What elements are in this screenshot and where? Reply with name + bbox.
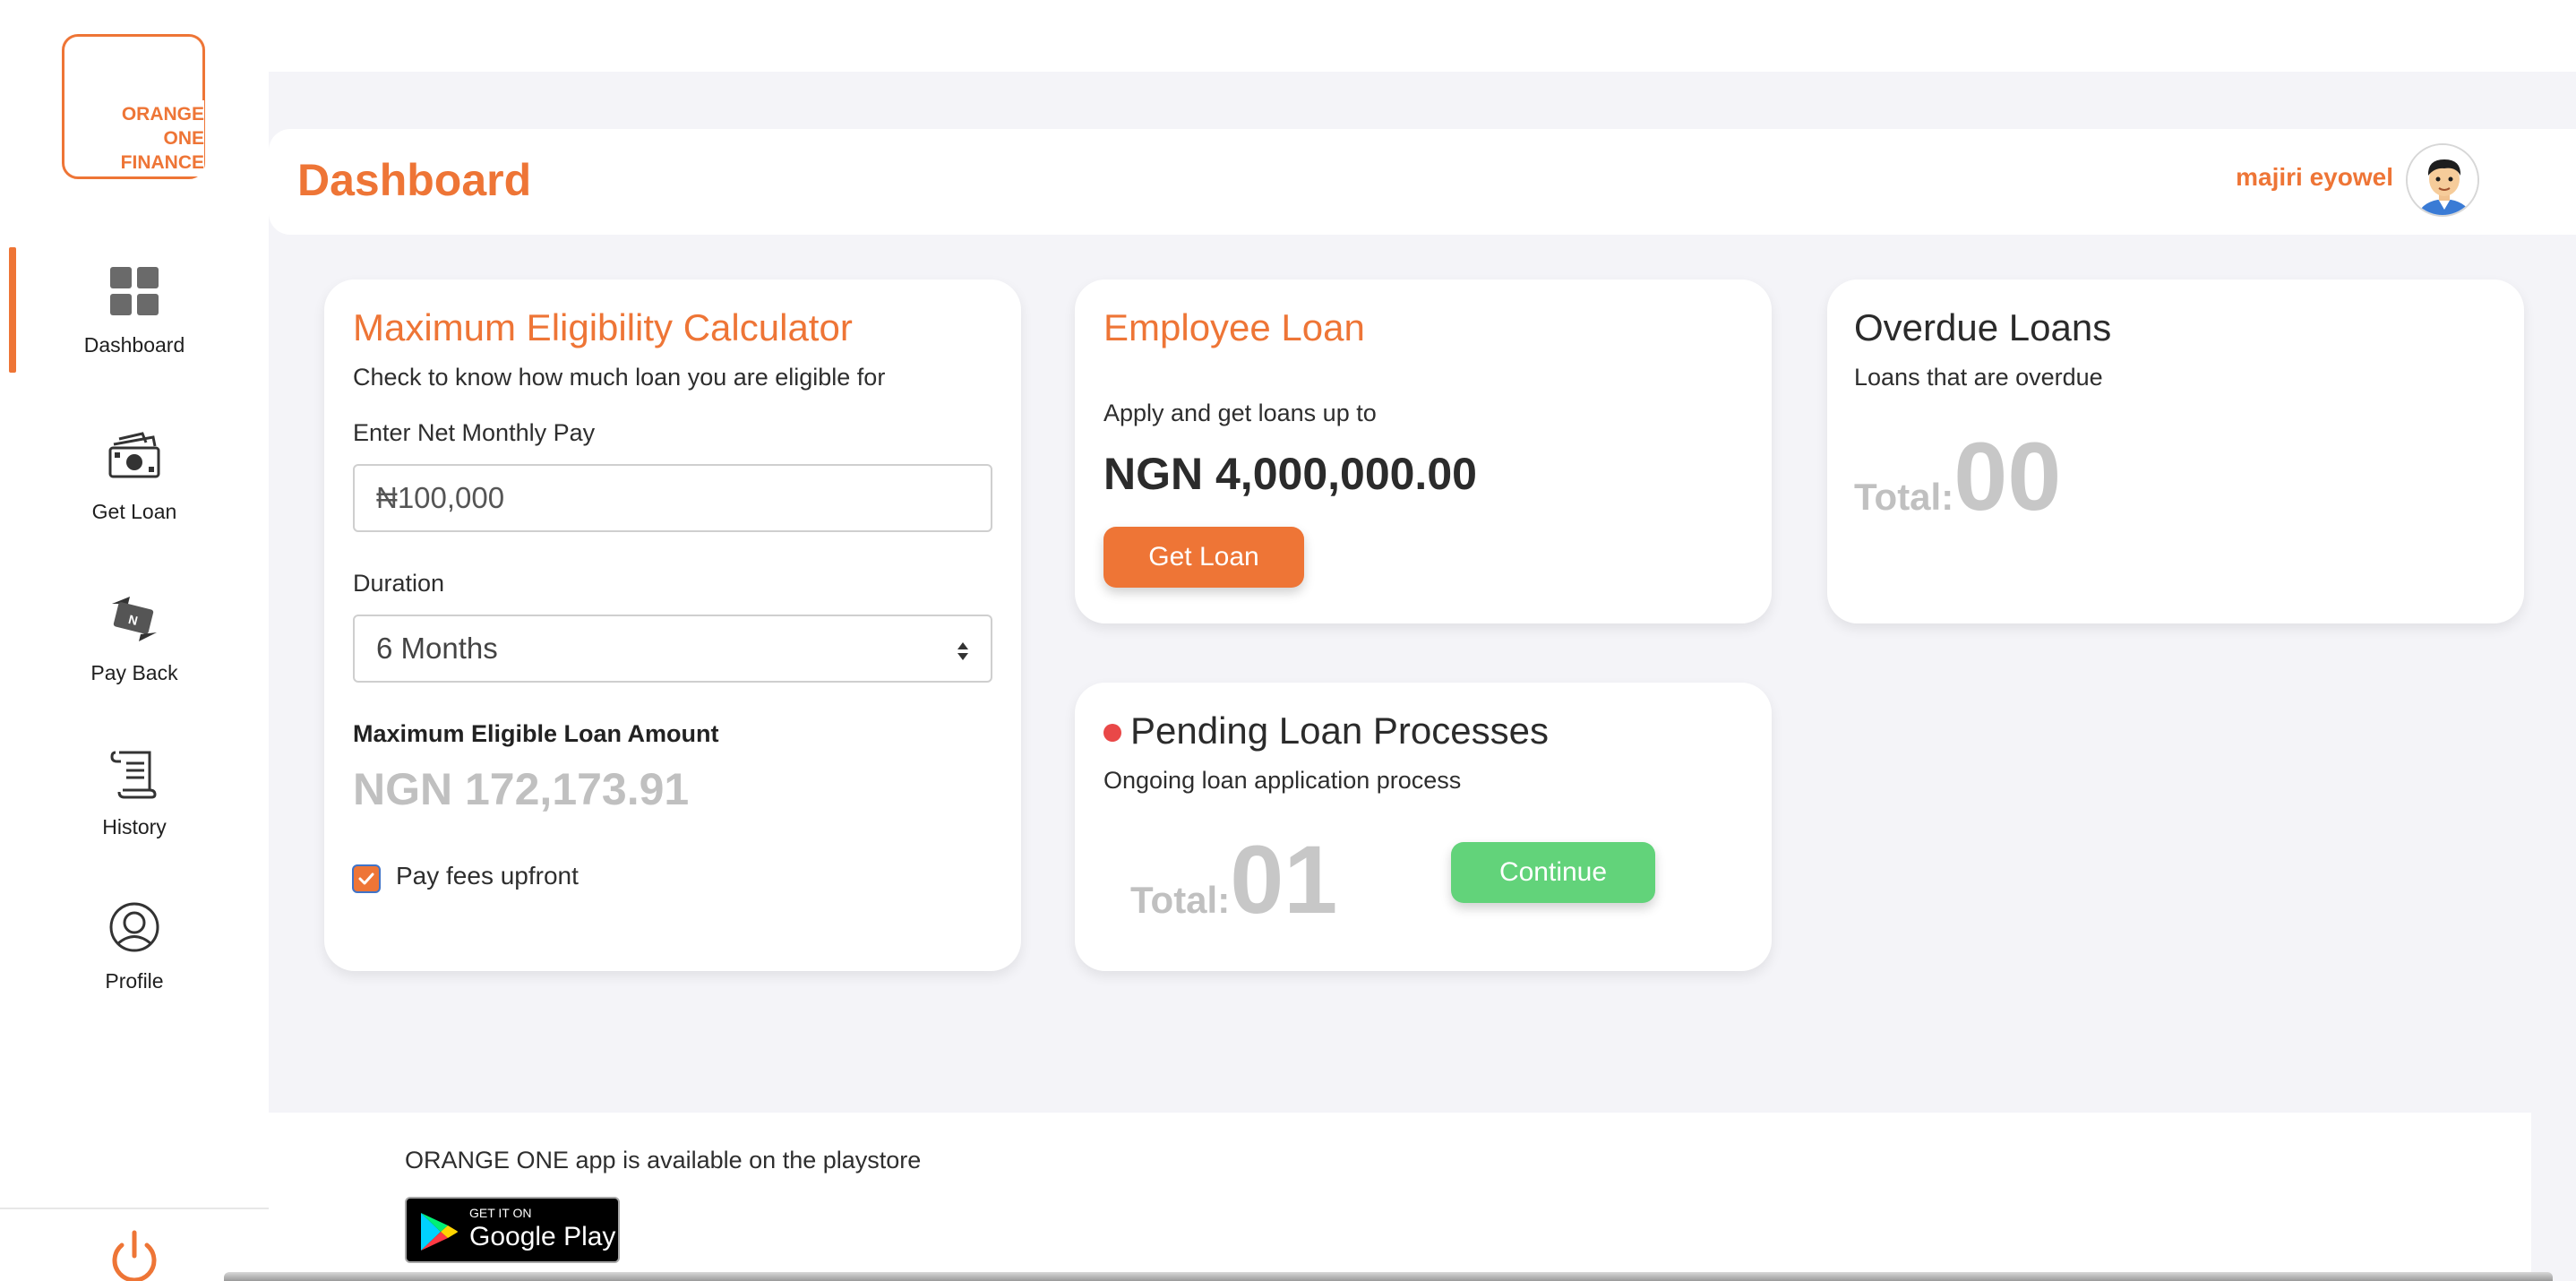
get-loan-button[interactable]: Get Loan <box>1103 527 1304 588</box>
monthly-pay-input[interactable] <box>353 464 992 532</box>
employee-loan-amount: NGN 4,000,000.00 <box>1103 449 1477 499</box>
status-dot <box>1103 724 1121 742</box>
sidebar-item-label: Dashboard <box>83 332 185 357</box>
power-icon[interactable] <box>106 1225 163 1281</box>
google-play-icon <box>421 1213 458 1251</box>
max-loan-label: Maximum Eligible Loan Amount <box>353 720 719 747</box>
pay-fees-upfront-checkbox[interactable] <box>352 864 381 893</box>
scroll-icon <box>110 751 157 798</box>
employee-loan-subtitle: Apply and get loans up to <box>1103 400 1377 426</box>
pending-loans-title: Pending Loan Processes <box>1130 709 1549 752</box>
header-bar <box>269 129 2576 235</box>
dashboard-grid-icon <box>110 266 159 315</box>
sidebar-item-label: History <box>102 814 167 838</box>
continue-button[interactable]: Continue <box>1451 842 1655 903</box>
sidebar: ORANGE ONE FINANCE Dashboard Get Loan N <box>0 0 269 1281</box>
calculator-subtitle: Check to know how much loan you are elig… <box>353 364 886 391</box>
logo[interactable]: ORANGE ONE FINANCE <box>62 34 205 179</box>
overdue-loans-subtitle: Loans that are overdue <box>1854 364 2103 391</box>
badge-small-text: GET IT ON <box>469 1206 532 1220</box>
pending-total-label: Total: <box>1130 879 1231 921</box>
overdue-total-value: 00 <box>1953 422 2062 530</box>
sidebar-item-profile[interactable]: Profile <box>0 874 269 1018</box>
overdue-total: Total: 00 <box>1854 428 2061 525</box>
overdue-loans-title: Overdue Loans <box>1854 306 2112 348</box>
google-play-badge[interactable]: GET IT ON Google Play <box>405 1197 620 1263</box>
pay-fees-upfront-label[interactable]: Pay fees upfront <box>396 862 579 890</box>
select-arrows-icon <box>957 642 968 660</box>
naira-exchange-icon: N <box>112 596 157 641</box>
pending-total-value: 01 <box>1230 825 1338 933</box>
sidebar-item-label: Profile <box>105 968 164 993</box>
page-title: Dashboard <box>297 155 532 205</box>
calculator-title: Maximum Eligibility Calculator <box>353 306 853 348</box>
avatar[interactable] <box>2406 143 2479 217</box>
duration-label: Duration <box>353 570 445 597</box>
sidebar-item-dashboard[interactable]: Dashboard <box>0 238 269 382</box>
checkmark-icon <box>358 873 374 885</box>
overdue-total-label: Total: <box>1854 476 1954 518</box>
sidebar-item-pay-back[interactable]: N Pay Back <box>0 566 269 709</box>
sidebar-item-label: Pay Back <box>90 660 178 684</box>
sidebar-divider <box>0 1208 269 1209</box>
playstore-text: ORANGE ONE app is available on the plays… <box>405 1147 922 1174</box>
sidebar-item-history[interactable]: History <box>0 720 269 864</box>
user-circle-icon <box>109 902 159 951</box>
employee-loan-title: Employee Loan <box>1103 306 1365 348</box>
duration-selected-value: 6 Months <box>376 632 498 665</box>
badge-big-text: Google Play <box>469 1222 616 1251</box>
cash-icon <box>108 431 160 477</box>
sidebar-item-get-loan[interactable]: Get Loan <box>0 405 269 548</box>
logo-text: ORANGE ONE FINANCE <box>116 100 204 176</box>
max-loan-amount: NGN 172,173.91 <box>353 764 690 814</box>
pending-total: Total: 01 <box>1130 831 1337 928</box>
user-name[interactable]: majiri eyowel <box>2236 163 2393 192</box>
pending-loans-subtitle: Ongoing loan application process <box>1103 767 1462 794</box>
sidebar-item-label: Get Loan <box>91 499 177 523</box>
duration-select[interactable]: 6 Months <box>353 615 992 683</box>
monthly-pay-label: Enter Net Monthly Pay <box>353 419 596 446</box>
window-bottom-edge <box>224 1272 2553 1281</box>
